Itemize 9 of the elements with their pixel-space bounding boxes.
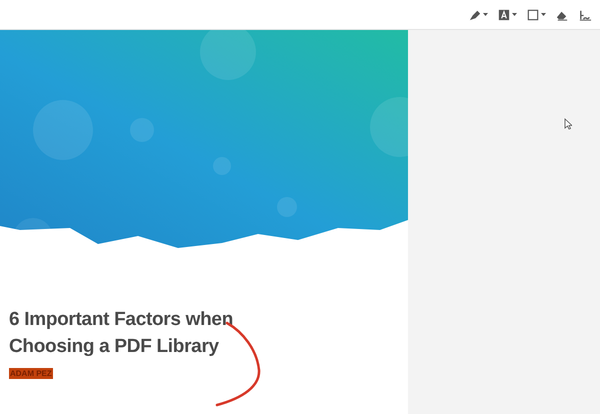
caret-icon: [512, 13, 517, 16]
author-tag: ADAM PEZ: [9, 368, 53, 379]
mouse-cursor-icon: [564, 118, 572, 130]
square-icon: [526, 8, 540, 22]
text-box-icon: [497, 8, 511, 22]
document-title-line: Choosing a PDF Library: [9, 335, 220, 359]
caret-icon: [483, 13, 488, 16]
document-title-line: 6 Important Factors when: [9, 308, 234, 332]
caret-icon: [541, 13, 546, 16]
